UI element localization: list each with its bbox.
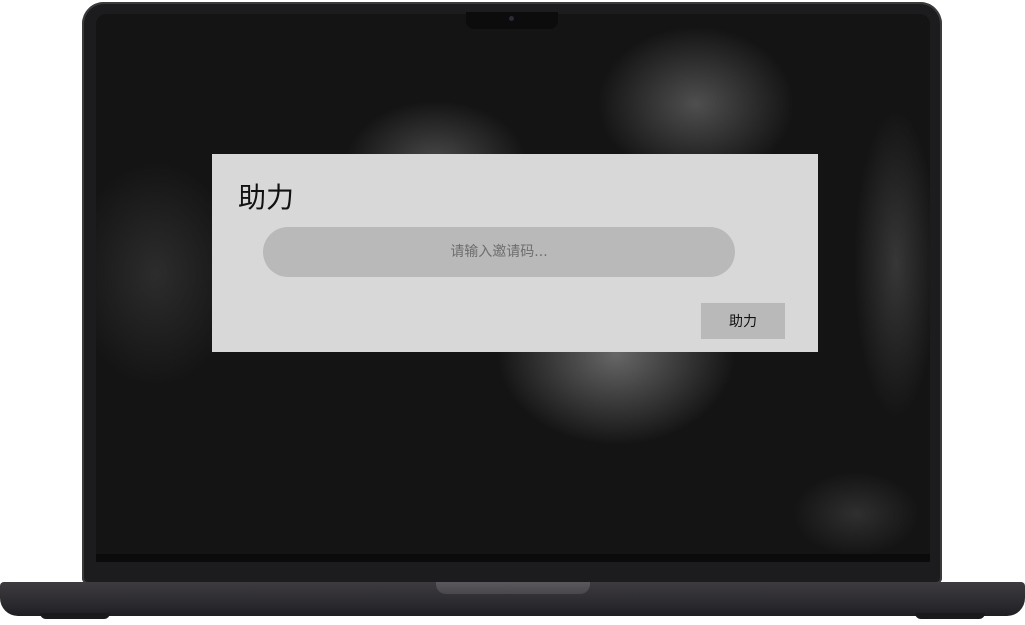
camera-icon [509, 16, 514, 21]
laptop-foot-left [40, 613, 110, 619]
laptop-opening-notch [436, 582, 590, 594]
laptop-foot-right [915, 613, 985, 619]
assist-dialog: 助力 助力 [212, 154, 818, 352]
invite-code-input[interactable] [263, 227, 735, 277]
laptop-frame: 助力 助力 [0, 0, 1025, 625]
screen-bottom-bezel [96, 554, 930, 562]
assist-button[interactable]: 助力 [701, 303, 785, 339]
dialog-title: 助力 [238, 181, 295, 214]
